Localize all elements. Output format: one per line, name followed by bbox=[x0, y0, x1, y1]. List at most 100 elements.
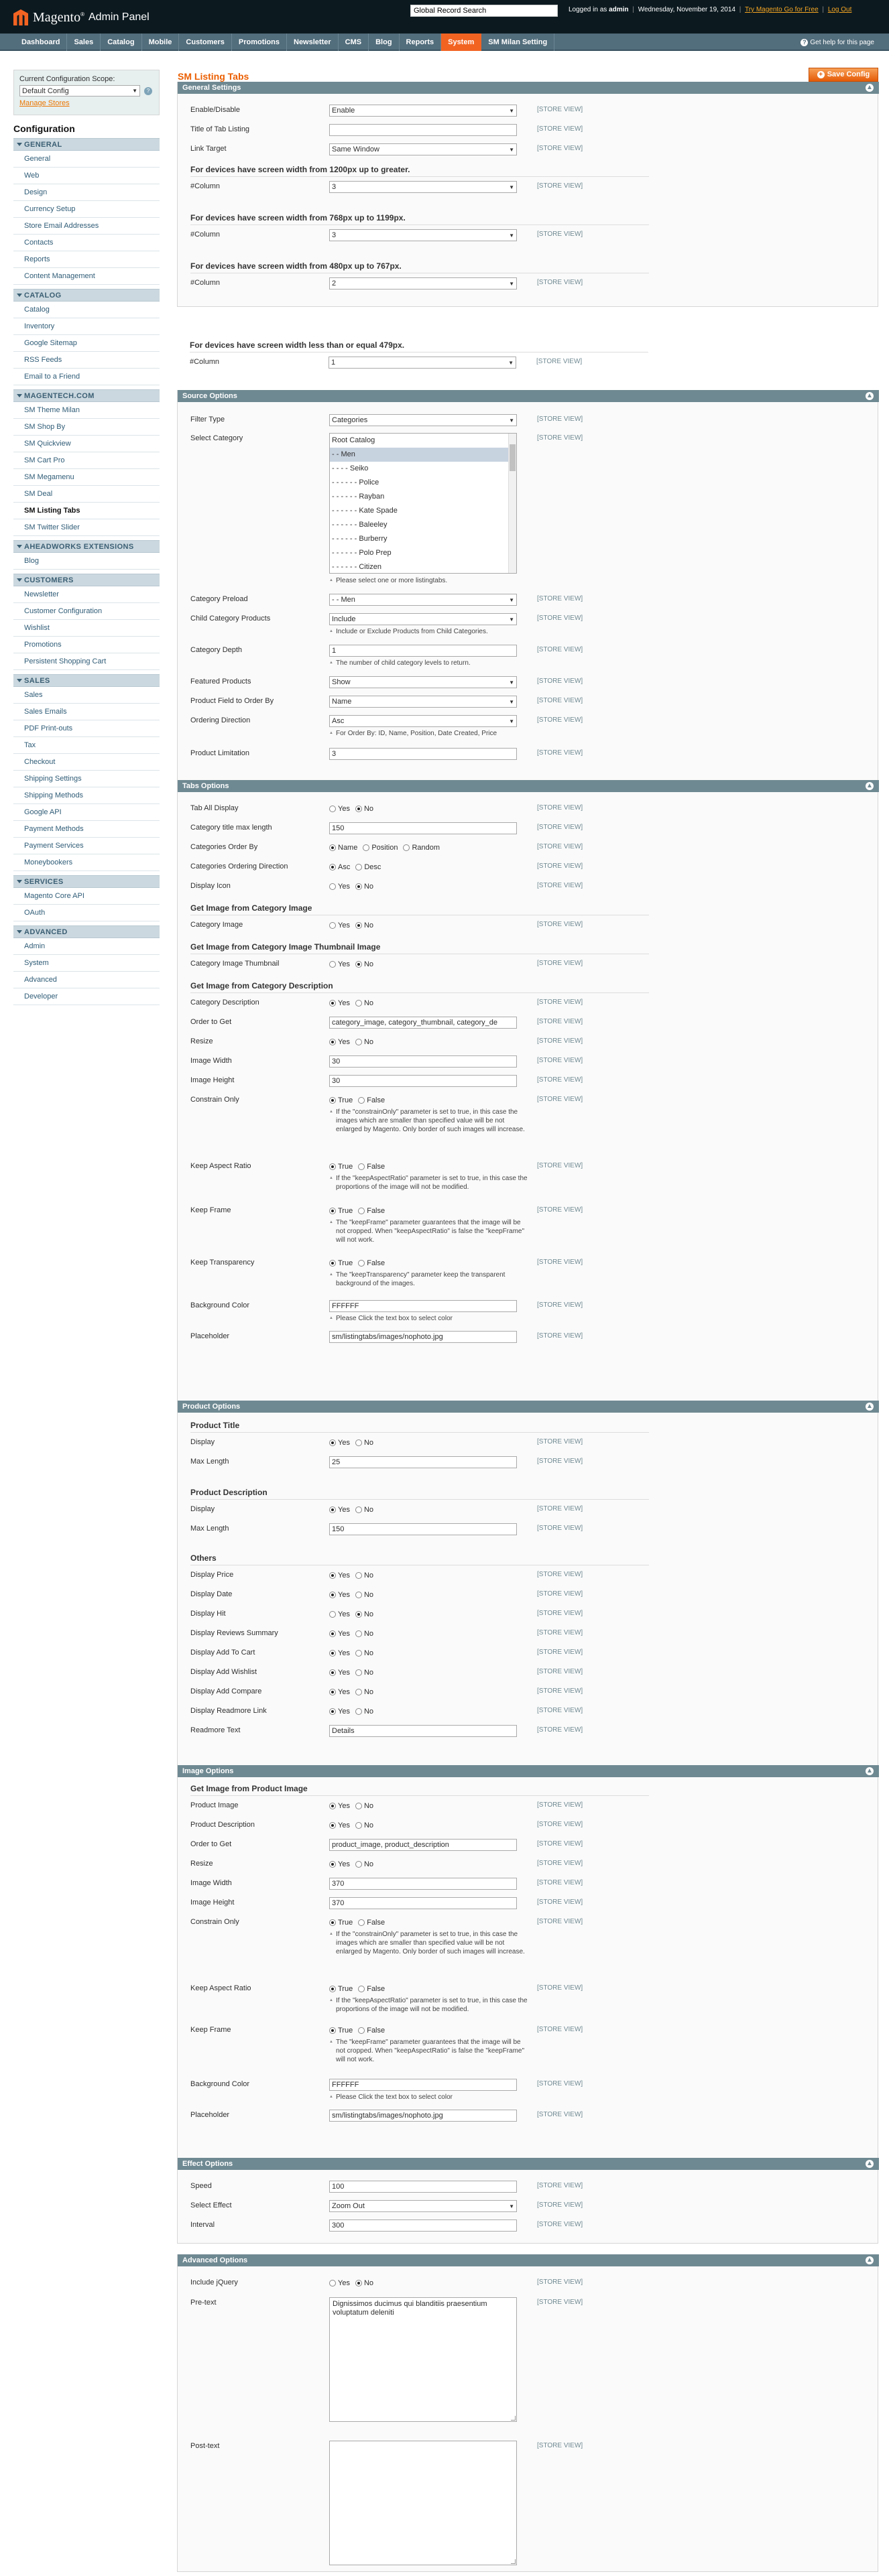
sidebar-item-store-email-addresses[interactable]: Store Email Addresses bbox=[13, 218, 160, 235]
posttext-textarea[interactable] bbox=[329, 2441, 517, 2565]
advanced-options-header[interactable]: Advanced Options ▲ bbox=[178, 2254, 879, 2266]
radio-no[interactable]: No bbox=[355, 1439, 373, 1447]
nav-item-catalog[interactable]: Catalog bbox=[101, 34, 142, 51]
order-to-get-input[interactable]: product_image, product_description bbox=[329, 1839, 517, 1851]
collapse-icon[interactable]: ▲ bbox=[866, 2160, 874, 2168]
nav-item-reports[interactable]: Reports bbox=[400, 34, 442, 51]
sidebar-item-magento-core-api[interactable]: Magento Core API bbox=[13, 888, 160, 905]
background-color-input[interactable]: FFFFFF bbox=[329, 2079, 517, 2091]
radio-false[interactable]: False bbox=[358, 1985, 385, 1993]
column-479-select[interactable]: 1 ▼ bbox=[329, 357, 516, 369]
order-field-select[interactable]: Name ▼ bbox=[329, 696, 517, 708]
radio-false[interactable]: False bbox=[358, 1096, 385, 1104]
radio-no[interactable]: No bbox=[355, 1610, 373, 1618]
sidebar-item-persistent-shopping-cart[interactable]: Persistent Shopping Cart bbox=[13, 653, 160, 670]
category-option[interactable]: - - - - - - Baleeley bbox=[330, 518, 516, 532]
category-option[interactable]: - - Men bbox=[330, 448, 516, 462]
image-width-input[interactable]: 370 bbox=[329, 1878, 517, 1890]
sidebar-item-checkout[interactable]: Checkout bbox=[13, 754, 160, 771]
readmore-text-input[interactable]: Details bbox=[329, 1725, 517, 1737]
resize-handle-icon[interactable] bbox=[511, 2416, 516, 2421]
column-768-select[interactable]: 3 ▼ bbox=[329, 229, 517, 241]
radio-yes[interactable]: Yes bbox=[329, 1591, 350, 1599]
sidebar-item-sm-quickview[interactable]: SM Quickview bbox=[13, 436, 160, 452]
sidebar-item-developer[interactable]: Developer bbox=[13, 988, 160, 1005]
radio-yes[interactable]: Yes bbox=[329, 1688, 350, 1696]
sidebar-item-advanced[interactable]: Advanced bbox=[13, 972, 160, 988]
radio-no[interactable]: No bbox=[355, 1038, 373, 1046]
sidebar-item-inventory[interactable]: Inventory bbox=[13, 318, 160, 335]
logout-link[interactable]: Log Out bbox=[828, 6, 852, 13]
category-depth-input[interactable]: 1 bbox=[329, 645, 517, 657]
select-effect-select[interactable]: Zoom Out ▼ bbox=[329, 2200, 517, 2212]
sidebar-item-tax[interactable]: Tax bbox=[13, 737, 160, 754]
magento-logo[interactable]: Magento ® Admin Panel bbox=[13, 7, 168, 28]
collapse-icon[interactable]: ▲ bbox=[866, 84, 874, 92]
speed-input[interactable]: 100 bbox=[329, 2181, 517, 2193]
sidebar-item-content-management[interactable]: Content Management bbox=[13, 268, 160, 285]
sidebar-item-wishlist[interactable]: Wishlist bbox=[13, 620, 160, 637]
category-option[interactable]: Root Catalog bbox=[330, 434, 516, 448]
sidebar-section-header[interactable]: SALES bbox=[13, 674, 160, 687]
global-record-search-input[interactable] bbox=[410, 5, 558, 17]
sidebar-item-sm-cart-pro[interactable]: SM Cart Pro bbox=[13, 452, 160, 469]
radio-yes[interactable]: Yes bbox=[329, 1506, 350, 1514]
sidebar-item-sm-shop-by[interactable]: SM Shop By bbox=[13, 419, 160, 436]
image-height-input[interactable]: 30 bbox=[329, 1075, 517, 1087]
nav-item-mobile[interactable]: Mobile bbox=[142, 34, 180, 51]
radio-no[interactable]: No bbox=[355, 1649, 373, 1657]
sidebar-item-sm-theme-milan[interactable]: SM Theme Milan bbox=[13, 402, 160, 419]
radio-yes[interactable]: Yes bbox=[329, 1669, 350, 1677]
nav-item-customers[interactable]: Customers bbox=[179, 34, 232, 51]
nav-item-promotions[interactable]: Promotions bbox=[232, 34, 287, 51]
product-options-header[interactable]: Product Options ▲ bbox=[178, 1401, 879, 1413]
sidebar-item-google-api[interactable]: Google API bbox=[13, 804, 160, 821]
radio-yes[interactable]: Yes bbox=[329, 1821, 350, 1829]
category-option[interactable]: - - - - - - Rayban bbox=[330, 490, 516, 504]
sidebar-section-header[interactable]: ADVANCED bbox=[13, 925, 160, 938]
radio-name[interactable]: Name bbox=[329, 844, 357, 852]
sidebar-item-promotions[interactable]: Promotions bbox=[13, 637, 160, 653]
title-max-length-input[interactable]: 25 bbox=[329, 1456, 517, 1468]
collapse-icon[interactable]: ▲ bbox=[866, 1767, 874, 1775]
collapse-icon[interactable]: ▲ bbox=[866, 1403, 874, 1411]
scope-select[interactable]: Default Config ▼ bbox=[19, 85, 140, 96]
sidebar-item-web[interactable]: Web bbox=[13, 168, 160, 184]
sidebar-section-header[interactable]: GENERAL bbox=[13, 138, 160, 151]
radio-yes[interactable]: Yes bbox=[329, 1860, 350, 1868]
radio-false[interactable]: False bbox=[358, 2026, 385, 2035]
sidebar-item-shipping-settings[interactable]: Shipping Settings bbox=[13, 771, 160, 787]
category-preload-select[interactable]: - - Men ▼ bbox=[329, 594, 517, 606]
radio-no[interactable]: No bbox=[355, 1821, 373, 1829]
radio-false[interactable]: False bbox=[358, 1163, 385, 1171]
radio-yes[interactable]: Yes bbox=[329, 1802, 350, 1810]
radio-true[interactable]: True bbox=[329, 1096, 353, 1104]
title-max-length-input[interactable]: 150 bbox=[329, 822, 517, 834]
radio-true[interactable]: True bbox=[329, 1919, 353, 1927]
radio-true[interactable]: True bbox=[329, 1259, 353, 1267]
sidebar-item-email-to-a-friend[interactable]: Email to a Friend bbox=[13, 369, 160, 385]
help-link[interactable]: ? Get help for this page bbox=[801, 39, 874, 46]
radio-no[interactable]: No bbox=[355, 921, 373, 929]
radio-true[interactable]: True bbox=[329, 2026, 353, 2035]
collapse-icon[interactable]: ▲ bbox=[866, 392, 874, 400]
manage-stores-link[interactable]: Manage Stores bbox=[19, 99, 155, 107]
sidebar-item-design[interactable]: Design bbox=[13, 184, 160, 201]
sidebar-section-header[interactable]: CATALOG bbox=[13, 289, 160, 302]
sidebar-item-payment-services[interactable]: Payment Services bbox=[13, 838, 160, 854]
category-option[interactable]: - - - - - - Burberry bbox=[330, 532, 516, 546]
radio-no[interactable]: No bbox=[355, 1571, 373, 1580]
resize-handle-icon[interactable] bbox=[511, 2559, 516, 2564]
column-480-select[interactable]: 2 ▼ bbox=[329, 277, 517, 289]
sidebar-item-sm-listing-tabs[interactable]: SM Listing Tabs bbox=[13, 503, 160, 519]
tab-title-input[interactable] bbox=[329, 124, 517, 136]
category-option[interactable]: - - - - - - Police bbox=[330, 476, 516, 490]
radio-no[interactable]: No bbox=[355, 1802, 373, 1810]
radio-false[interactable]: False bbox=[358, 1207, 385, 1215]
image-width-input[interactable]: 30 bbox=[329, 1055, 517, 1068]
collapse-icon[interactable]: ▲ bbox=[866, 782, 874, 790]
radio-no[interactable]: No bbox=[355, 1630, 373, 1638]
nav-item-newsletter[interactable]: Newsletter bbox=[287, 34, 339, 51]
try-magento-go-link[interactable]: Try Magento Go for Free bbox=[745, 6, 819, 13]
radio-no[interactable]: No bbox=[355, 960, 373, 968]
